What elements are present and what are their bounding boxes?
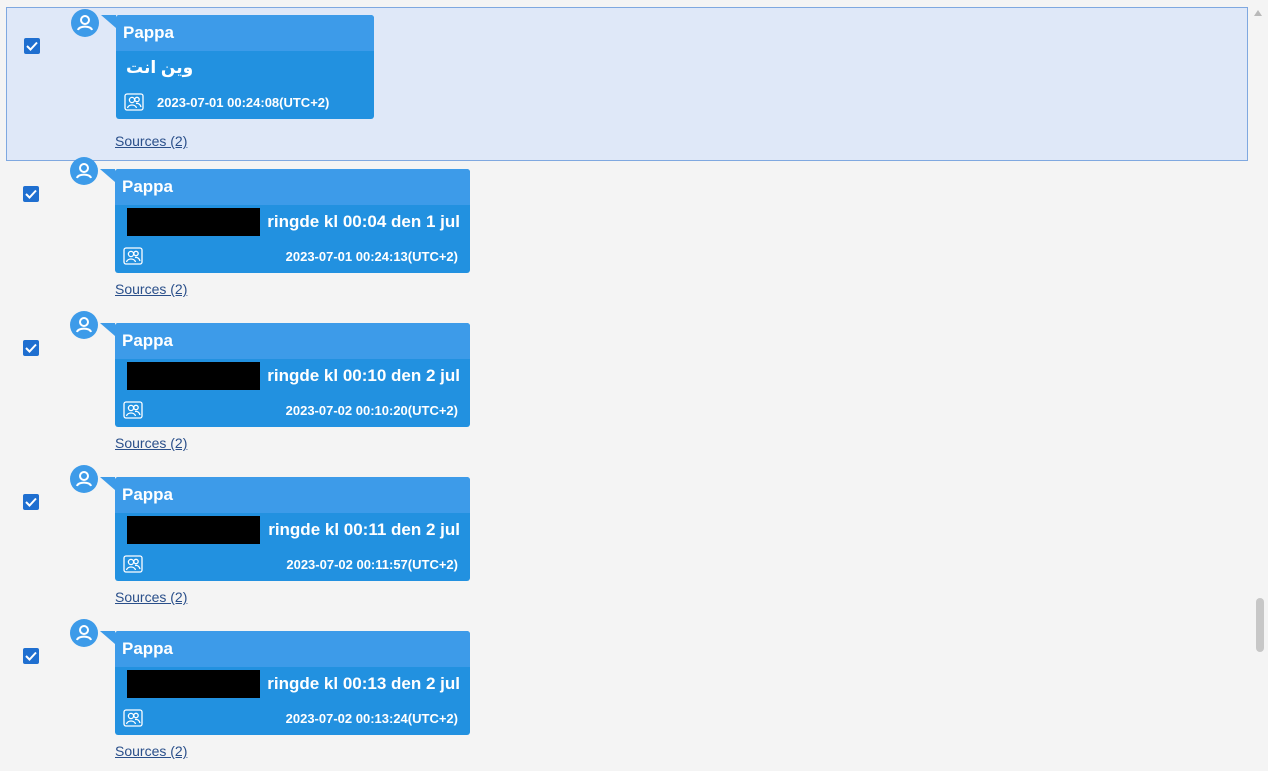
sender-name: Pappa (115, 631, 470, 667)
message-checkbox[interactable] (23, 340, 39, 356)
message-row[interactable]: Pappa ringde kl 00:13 den 2 jul 2023-07-… (0, 617, 1248, 771)
sources-link[interactable]: Sources (2) (115, 133, 187, 149)
sources-link[interactable]: Sources (2) (115, 435, 187, 451)
checkmark-icon (25, 497, 37, 507)
user-avatar-icon (70, 465, 98, 493)
sender-name: Pappa (115, 169, 470, 205)
user-avatar-icon (70, 619, 98, 647)
message-bubble: Pappa ringde kl 00:10 den 2 jul 2023-07-… (115, 323, 470, 427)
bubble-tail (101, 15, 116, 28)
bubble-tail (100, 477, 115, 490)
scroll-up-arrow-icon[interactable] (1254, 10, 1262, 16)
message-text: ringde kl 00:13 den 2 jul (267, 674, 460, 693)
message-timestamp: 2023-07-01 00:24:13(UTC+2) (285, 248, 458, 264)
message-bubble: Pappa ringde kl 00:04 den 1 jul 2023-07-… (115, 169, 470, 273)
redaction-box (127, 362, 260, 390)
sources-link[interactable]: Sources (2) (115, 743, 187, 759)
checkmark-icon (25, 343, 37, 353)
redaction-box (127, 670, 260, 698)
message-checkbox[interactable] (23, 648, 39, 664)
user-avatar-icon (70, 157, 98, 185)
sources-link[interactable]: Sources (2) (115, 281, 187, 297)
message-text: ringde kl 00:04 den 1 jul (267, 212, 460, 231)
participants-icon (123, 91, 145, 113)
message-bubble: Pappa ringde kl 00:13 den 2 jul 2023-07-… (115, 631, 470, 735)
participants-icon (122, 245, 144, 267)
message-row[interactable]: Pappa ringde kl 00:04 den 1 jul 2023-07-… (0, 155, 1248, 309)
checkmark-icon (26, 41, 38, 51)
message-row[interactable]: Pappa وين انت 2023-07-01 00:24:08(UTC+2)… (6, 7, 1248, 161)
message-timestamp: 2023-07-02 00:11:57(UTC+2) (286, 556, 458, 572)
participants-icon (122, 399, 144, 421)
message-checkbox[interactable] (23, 186, 39, 202)
message-bubble: Pappa وين انت 2023-07-01 00:24:08(UTC+2) (116, 15, 374, 119)
message-timestamp: 2023-07-02 00:10:20(UTC+2) (285, 402, 458, 418)
checkmark-icon (25, 651, 37, 661)
sender-name: Pappa (116, 15, 374, 51)
message-row[interactable]: Pappa ringde kl 00:10 den 2 jul 2023-07-… (0, 309, 1248, 463)
message-row[interactable]: Pappa ringde kl 00:11 den 2 jul 2023-07-… (0, 463, 1248, 617)
message-text: ringde kl 00:10 den 2 jul (267, 366, 460, 385)
vertical-scrollbar[interactable] (1250, 0, 1268, 771)
scrollbar-thumb[interactable] (1256, 598, 1264, 652)
message-timestamp: 2023-07-02 00:13:24(UTC+2) (285, 710, 458, 726)
redaction-box (127, 516, 260, 544)
sources-link[interactable]: Sources (2) (115, 589, 187, 605)
checkmark-icon (25, 189, 37, 199)
bubble-tail (100, 169, 115, 182)
bubble-tail (100, 631, 115, 644)
user-avatar-icon (70, 311, 98, 339)
message-text: ringde kl 00:11 den 2 jul (268, 520, 460, 539)
bubble-tail (100, 323, 115, 336)
sender-name: Pappa (115, 477, 470, 513)
user-avatar-icon (71, 9, 99, 37)
message-bubble: Pappa ringde kl 00:11 den 2 jul 2023-07-… (115, 477, 470, 581)
message-checkbox[interactable] (24, 38, 40, 54)
message-text: وين انت (126, 58, 194, 77)
message-timestamp: 2023-07-01 00:24:08(UTC+2) (157, 94, 330, 110)
message-checkbox[interactable] (23, 494, 39, 510)
sender-name: Pappa (115, 323, 470, 359)
participants-icon (122, 707, 144, 729)
participants-icon (122, 553, 144, 575)
redaction-box (127, 208, 260, 236)
message-list: Pappa وين انت 2023-07-01 00:24:08(UTC+2)… (0, 0, 1268, 771)
